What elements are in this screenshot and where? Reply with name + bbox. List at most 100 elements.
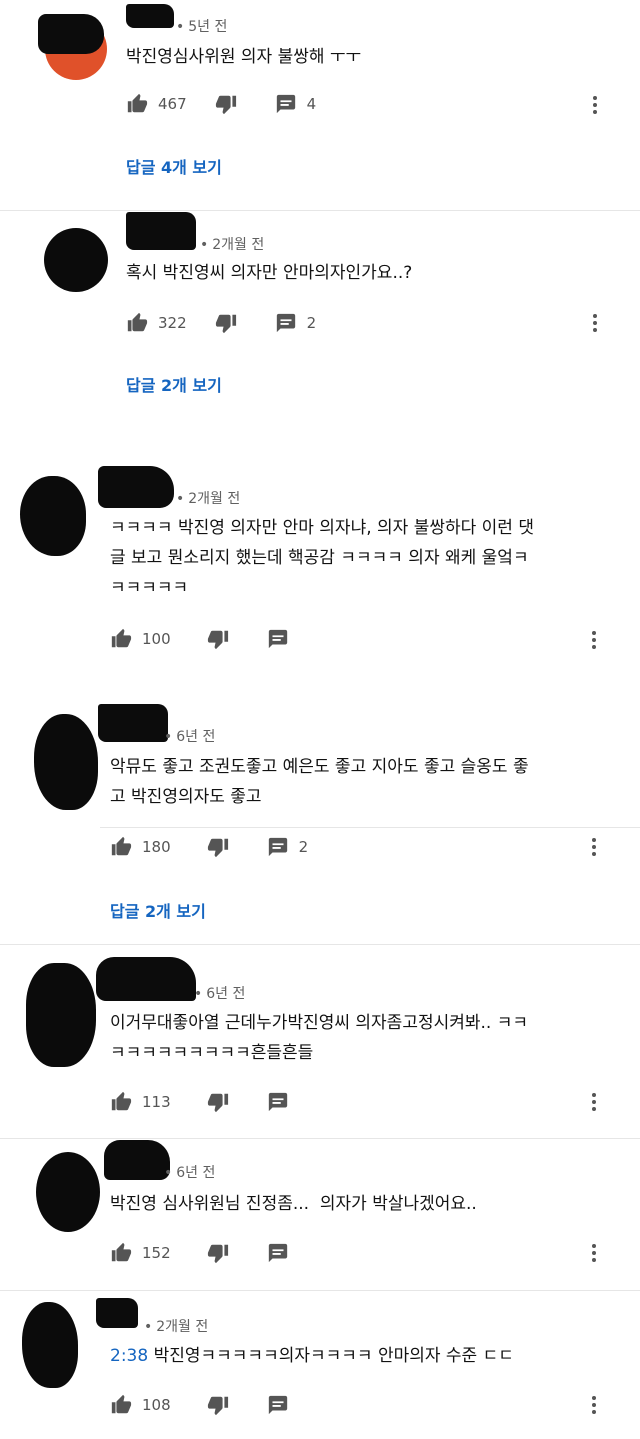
more-options-icon[interactable] (582, 835, 606, 859)
thumb-down-icon (207, 1394, 229, 1416)
reply-button[interactable]: 2 (267, 836, 308, 858)
dislike-button[interactable] (207, 1091, 229, 1113)
view-replies-link[interactable]: 답글 2개 보기 (126, 372, 222, 396)
avatar[interactable] (44, 228, 108, 292)
more-options-icon[interactable] (583, 311, 607, 335)
more-options-icon[interactable] (582, 1241, 606, 1265)
dislike-button[interactable] (215, 312, 237, 334)
comment-actions: 467 4 (126, 92, 316, 116)
comment-time: • 2개월 전 (176, 491, 241, 507)
comment-actions: 180 2 (110, 835, 308, 859)
avatar[interactable] (36, 1152, 100, 1232)
redacted-username[interactable] (96, 1298, 138, 1328)
comment-text: 박진영심사위원 의자 불쌍해 ㅜㅜ (126, 47, 362, 67)
redacted-username[interactable] (98, 466, 174, 508)
comment-1: • 5년 전 박진영심사위원 의자 불쌍해 ㅜㅜ 467 4 답글 4개 보기 (0, 0, 640, 205)
comment-text: 이거무대좋아열 근데누가박진영씨 의자좀고정시켜봐.. ㅋㅋ ㅋㅋㅋㅋㅋㅋㅋㅋㅋ… (110, 1013, 529, 1063)
redacted-username[interactable] (126, 212, 196, 250)
reply-button[interactable] (267, 1091, 289, 1113)
thumb-down-icon (215, 93, 237, 115)
comment-actions: 322 2 (126, 311, 316, 335)
reply-icon (267, 836, 289, 858)
more-options-icon[interactable] (583, 93, 607, 117)
comment-5: • 6년 전 이거무대좋아열 근데누가박진영씨 의자좀고정시켜봐.. ㅋㅋ ㅋㅋㅋ… (0, 945, 640, 1135)
like-count: 467 (158, 95, 187, 113)
comment-body: 박진영ㅋㅋㅋㅋㅋ의자ㅋㅋㅋㅋ 안마의자 수준 ㄷㄷ (148, 1346, 514, 1366)
thumb-up-icon (110, 628, 132, 650)
redacted-username[interactable] (96, 957, 196, 1001)
thumb-up-icon (110, 1091, 132, 1113)
redacted-username[interactable] (98, 704, 168, 742)
more-options-icon[interactable] (582, 628, 606, 652)
like-button[interactable]: 180 (110, 836, 171, 858)
view-replies-link[interactable]: 답글 2개 보기 (110, 898, 206, 922)
thumb-down-icon (207, 628, 229, 650)
comment-3: • 2개월 전 ㅋㅋㅋㅋ 박진영 의자만 안마 의자냐, 의자 불쌍하다 이런 댓… (0, 460, 640, 700)
comment-time: • 2개월 전 (200, 237, 265, 253)
comment-6: • 6년 전 박진영 심사위원님 진정좀... 의자가 박살나겠어요.. 152 (0, 1138, 640, 1288)
comment-actions: 152 (110, 1241, 289, 1265)
reply-button[interactable] (267, 1242, 289, 1264)
like-button[interactable]: 467 (126, 93, 187, 115)
thumb-down-icon (207, 1242, 229, 1264)
like-button[interactable]: 113 (110, 1091, 171, 1113)
more-options-icon[interactable] (582, 1393, 606, 1417)
reply-button[interactable]: 2 (275, 312, 317, 334)
thumb-up-icon (126, 93, 148, 115)
like-button[interactable]: 108 (110, 1394, 171, 1416)
comment-7: • 2개월 전 2:38 박진영ㅋㅋㅋㅋㅋ의자ㅋㅋㅋㅋ 안마의자 수준 ㄷㄷ 10… (0, 1290, 640, 1439)
timestamp-link[interactable]: 2:38 (110, 1346, 148, 1366)
dislike-button[interactable] (207, 1242, 229, 1264)
comment-time: • 5년 전 (176, 19, 228, 35)
comment-text: 박진영 심사위원님 진정좀... 의자가 박살나겠어요.. (110, 1194, 477, 1214)
comment-time: • 6년 전 (164, 1165, 216, 1181)
reply-count: 4 (306, 95, 317, 113)
dislike-button[interactable] (207, 836, 229, 858)
thumb-up-icon (110, 836, 132, 858)
reply-icon (267, 1242, 289, 1264)
like-button[interactable]: 322 (126, 312, 187, 334)
thumb-down-icon (207, 836, 229, 858)
comment-text: 2:38 박진영ㅋㅋㅋㅋㅋ의자ㅋㅋㅋㅋ 안마의자 수준 ㄷㄷ (110, 1341, 580, 1371)
comment-text: 악뮤도 좋고 조권도좋고 예은도 좋고 지아도 좋고 슬옹도 좋 고 박진영의자… (110, 757, 529, 807)
comment-text: 혹시 박진영씨 의자만 안마의자인가요..? (126, 263, 413, 283)
like-count: 108 (142, 1396, 171, 1414)
comment-actions: 100 (110, 627, 289, 651)
redacted-username[interactable] (38, 14, 104, 54)
thumb-up-icon (126, 312, 148, 334)
thumb-up-icon (110, 1242, 132, 1264)
redacted-username-top (126, 4, 174, 28)
view-replies-link[interactable]: 답글 4개 보기 (126, 154, 222, 178)
reply-button[interactable] (267, 1394, 289, 1416)
avatar[interactable] (34, 714, 98, 810)
like-button[interactable]: 100 (110, 628, 171, 650)
thumb-down-icon (207, 1091, 229, 1113)
redacted-username[interactable] (104, 1140, 170, 1180)
more-options-icon[interactable] (582, 1090, 606, 1114)
avatar[interactable] (20, 476, 86, 556)
comment-text: ㅋㅋㅋㅋ 박진영 의자만 안마 의자냐, 의자 불쌍하다 이런 댓 글 보고 뭔… (110, 518, 534, 598)
comment-actions: 108 (110, 1393, 289, 1417)
thumb-down-icon (215, 312, 237, 334)
reply-count: 2 (306, 314, 317, 332)
comment-actions: 113 (110, 1090, 289, 1114)
comment-time: • 2개월 전 (144, 1319, 209, 1335)
like-button[interactable]: 152 (110, 1242, 171, 1264)
reply-icon (267, 1091, 289, 1113)
avatar[interactable] (22, 1302, 78, 1388)
reply-icon (275, 312, 297, 334)
reply-icon (267, 628, 289, 650)
comment-time: • 6년 전 (164, 729, 216, 745)
like-count: 322 (158, 314, 187, 332)
reply-button[interactable]: 4 (275, 93, 317, 115)
like-count: 152 (142, 1244, 171, 1262)
comment-time: • 6년 전 (194, 986, 246, 1002)
dislike-button[interactable] (215, 93, 237, 115)
dislike-button[interactable] (207, 1394, 229, 1416)
like-count: 180 (142, 838, 171, 856)
avatar[interactable] (26, 963, 96, 1067)
like-count: 100 (142, 630, 171, 648)
dislike-button[interactable] (207, 628, 229, 650)
thumb-up-icon (110, 1394, 132, 1416)
reply-button[interactable] (267, 628, 289, 650)
